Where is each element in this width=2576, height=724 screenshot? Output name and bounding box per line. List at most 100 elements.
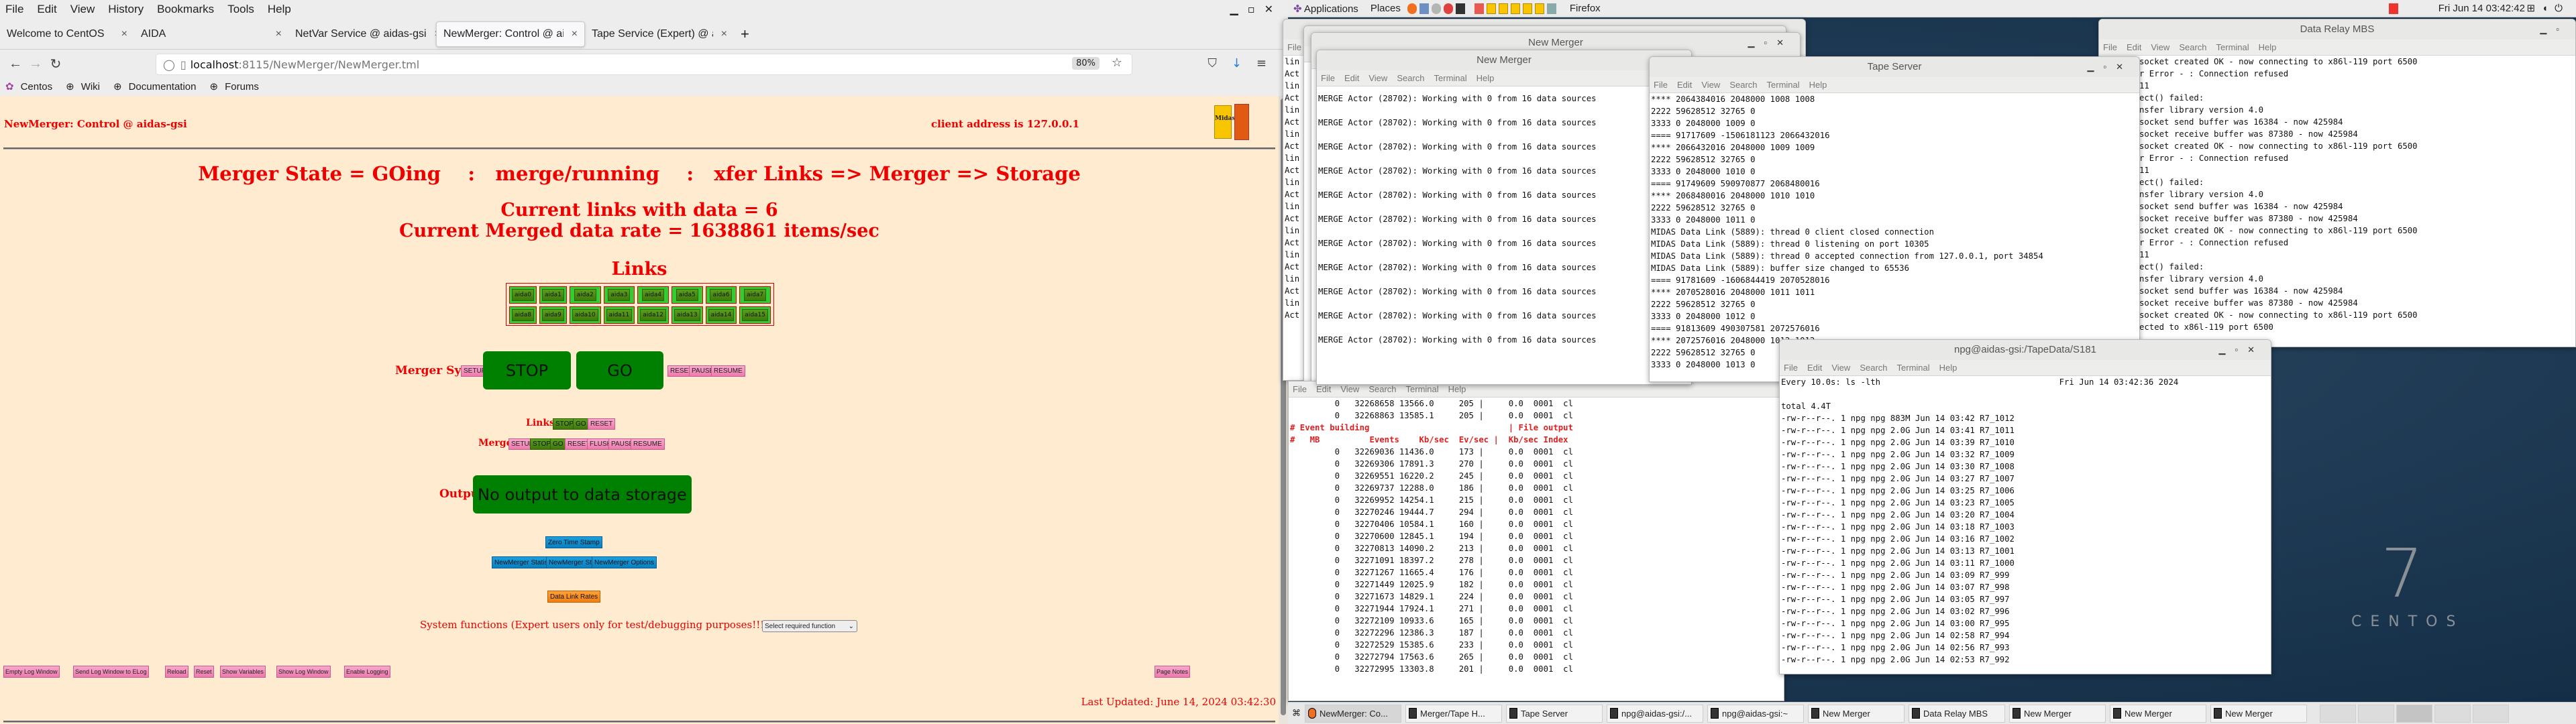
data-link-rates-button[interactable]: Data Link Rates bbox=[547, 591, 601, 603]
link-aida13[interactable]: aida13 bbox=[671, 306, 703, 324]
terminal-menu-file[interactable]: File bbox=[1321, 73, 1335, 83]
workspace-2[interactable] bbox=[2358, 704, 2394, 723]
tracking-shield-icon[interactable]: ◯ bbox=[163, 58, 175, 71]
taskbar-item[interactable]: New Merger bbox=[2009, 704, 2106, 723]
enable-logging-button[interactable]: Enable Logging bbox=[344, 666, 390, 678]
taskbar-item[interactable]: New Merger bbox=[2210, 704, 2307, 723]
terminal-menu-view[interactable]: View bbox=[1340, 384, 1359, 394]
tab-netvar[interactable]: NetVar Service @ aidas-gsi× bbox=[288, 21, 436, 47]
terminal-new-merger[interactable]: New Merger File Edit View Search Terminal Hel… bbox=[1316, 50, 1692, 385]
output-status[interactable]: No output to data storage bbox=[473, 475, 692, 514]
midas-launcher-icon[interactable] bbox=[1522, 3, 1532, 14]
back-icon[interactable]: ← bbox=[5, 56, 25, 72]
workspace-4[interactable] bbox=[2434, 704, 2471, 723]
menu-file[interactable]: File bbox=[5, 3, 23, 16]
reset-button[interactable]: Reset bbox=[194, 666, 214, 678]
taskbar-item[interactable]: npg@aidas-gsi:~ bbox=[1707, 704, 1804, 723]
terminal-merger-stats[interactable]: File Edit View Search Terminal Help 0 3226865… bbox=[1288, 381, 1784, 701]
applications-menu[interactable]: ✤ Applications bbox=[1293, 3, 1358, 15]
link-aida15[interactable]: aida15 bbox=[739, 306, 771, 324]
places-menu[interactable]: Places bbox=[1371, 3, 1401, 14]
close-tab-icon[interactable]: × bbox=[121, 28, 127, 40]
help-launcher-icon[interactable] bbox=[1443, 3, 1453, 14]
active-app[interactable]: Firefox bbox=[1570, 3, 1601, 14]
link-aida9[interactable]: aida9 bbox=[539, 306, 567, 324]
taskbar-item[interactable]: NewMerger: Co... bbox=[1305, 704, 1401, 723]
reload-icon[interactable]: ↻ bbox=[46, 56, 66, 72]
midas-launcher-icon[interactable] bbox=[1498, 3, 1508, 14]
link-aida1[interactable]: aida1 bbox=[539, 286, 567, 304]
text-editor-launcher-icon[interactable] bbox=[1546, 3, 1556, 14]
taskbar-item[interactable]: npg@aidas-gsi:/... bbox=[1607, 704, 1703, 723]
terminal-menu-search[interactable]: Search bbox=[1397, 73, 1424, 83]
merge-resume-button[interactable]: RESUME bbox=[631, 438, 665, 450]
bookmark-star-icon[interactable]: ☆ bbox=[1112, 56, 1122, 70]
window-controls[interactable]: ▁▫ bbox=[2540, 19, 2569, 40]
link-aida14[interactable]: aida14 bbox=[705, 306, 737, 324]
notification-icon[interactable] bbox=[2389, 3, 2398, 14]
links-reset-button[interactable]: RESET bbox=[588, 418, 616, 430]
tab-tape-service[interactable]: Tape Service (Expert) @ aidas-gsi × bbox=[585, 21, 734, 47]
link-aida10[interactable]: aida10 bbox=[569, 306, 601, 324]
midas-launcher-icon[interactable] bbox=[1486, 3, 1496, 14]
terminal-menu-view[interactable]: View bbox=[1831, 363, 1850, 373]
terminal-menu-search[interactable]: Search bbox=[1368, 384, 1396, 394]
midas-launcher-icon[interactable] bbox=[1534, 3, 1544, 14]
workspace-3[interactable] bbox=[2396, 704, 2432, 723]
workspace-1[interactable] bbox=[2320, 704, 2356, 723]
bookmark-wiki[interactable]: ⊕ Wiki bbox=[66, 80, 107, 93]
terminal-tapedata[interactable]: npg@aidas-gsi:/TapeData/S181 ▁▫✕ File Edit… bbox=[1779, 339, 2271, 674]
terminal-launcher-icon[interactable] bbox=[1455, 3, 1465, 14]
terminal-menu-help[interactable]: Help bbox=[1477, 73, 1495, 83]
send-log-to-elog-button[interactable]: Send Log Window to ELog bbox=[73, 666, 149, 678]
close-tab-icon[interactable]: × bbox=[721, 28, 727, 40]
terminal-tape-server[interactable]: Tape Server ▁▫✕ File Edit View Search Termina… bbox=[1649, 56, 2140, 382]
pocket-icon[interactable]: ⛉ bbox=[1208, 56, 1232, 70]
terminal-menu-file[interactable]: File bbox=[1784, 363, 1798, 373]
links-go-button[interactable]: GO bbox=[573, 418, 589, 430]
page-info-icon[interactable]: ▯ bbox=[180, 58, 186, 71]
window-controls[interactable]: ▁▫✕ bbox=[1748, 33, 1794, 53]
terminal-data-relay-mbs[interactable]: Data Relay MBS ▁▫ File Edit View Search Termi… bbox=[2098, 19, 2576, 347]
terminal-menu-help[interactable]: Help bbox=[1939, 363, 1957, 373]
terminal-menu-file[interactable]: File bbox=[2103, 42, 2117, 52]
newmerger-options-button[interactable]: NewMerger Options bbox=[592, 556, 657, 568]
terminal-menu-help[interactable]: Help bbox=[1809, 80, 1827, 90]
show-log-window-button[interactable]: Show Log Window bbox=[276, 666, 331, 678]
close-tab-icon[interactable]: × bbox=[276, 28, 282, 40]
terminal-menu-view[interactable]: View bbox=[1701, 80, 1720, 90]
merger-go-button[interactable]: GO bbox=[576, 351, 663, 389]
merger-resume-button[interactable]: RESUME bbox=[711, 365, 745, 377]
link-aida8[interactable]: aida8 bbox=[509, 306, 537, 324]
link-aida2[interactable]: aida2 bbox=[569, 286, 601, 304]
taskbar-item[interactable]: New Merger bbox=[2110, 704, 2206, 723]
menu-edit[interactable]: Edit bbox=[37, 3, 56, 16]
system-menu[interactable]: ⊞◖⏻ bbox=[2526, 2, 2569, 14]
merge-go-button[interactable]: GO bbox=[550, 438, 566, 450]
window-controls[interactable]: ▁▫✕ bbox=[2219, 340, 2265, 360]
bookmark-centos[interactable]: ✿ Centos bbox=[5, 80, 59, 93]
terminal-menu-search[interactable]: Search bbox=[1860, 363, 1887, 373]
page-notes-button[interactable]: Page Notes bbox=[1155, 666, 1191, 678]
forward-icon[interactable]: → bbox=[25, 56, 46, 72]
terminal-menu-search[interactable]: Search bbox=[1729, 80, 1757, 90]
terminal-menu-file[interactable]: File bbox=[1654, 80, 1668, 90]
terminal-menu-edit[interactable]: Edit bbox=[1807, 363, 1822, 373]
link-aida5[interactable]: aida5 bbox=[671, 286, 703, 304]
terminal-menu-file[interactable]: File bbox=[1293, 384, 1307, 394]
app-launcher-icon[interactable] bbox=[1474, 3, 1484, 14]
settings-launcher-icon[interactable] bbox=[1431, 3, 1441, 14]
show-variables-button[interactable]: Show Variables bbox=[220, 666, 266, 678]
taskbar-item[interactable]: Merger/Tape H... bbox=[1405, 704, 1502, 723]
merger-stop-button[interactable]: STOP bbox=[483, 351, 571, 389]
terminal-menu-view[interactable]: View bbox=[2151, 42, 2169, 52]
download-icon[interactable]: ↓ bbox=[1232, 56, 1256, 70]
zero-time-stamp-button[interactable]: Zero Time Stamp bbox=[545, 536, 602, 548]
link-aida0[interactable]: aida0 bbox=[509, 286, 537, 304]
menu-help[interactable]: Help bbox=[268, 3, 291, 16]
menu-history[interactable]: History bbox=[108, 3, 144, 16]
terminal-menu-edit[interactable]: Edit bbox=[1344, 73, 1359, 83]
window-controls[interactable]: ▁▫✕ bbox=[1230, 3, 1283, 15]
menu-tools[interactable]: Tools bbox=[227, 3, 254, 16]
close-tab-icon[interactable]: × bbox=[572, 28, 578, 40]
